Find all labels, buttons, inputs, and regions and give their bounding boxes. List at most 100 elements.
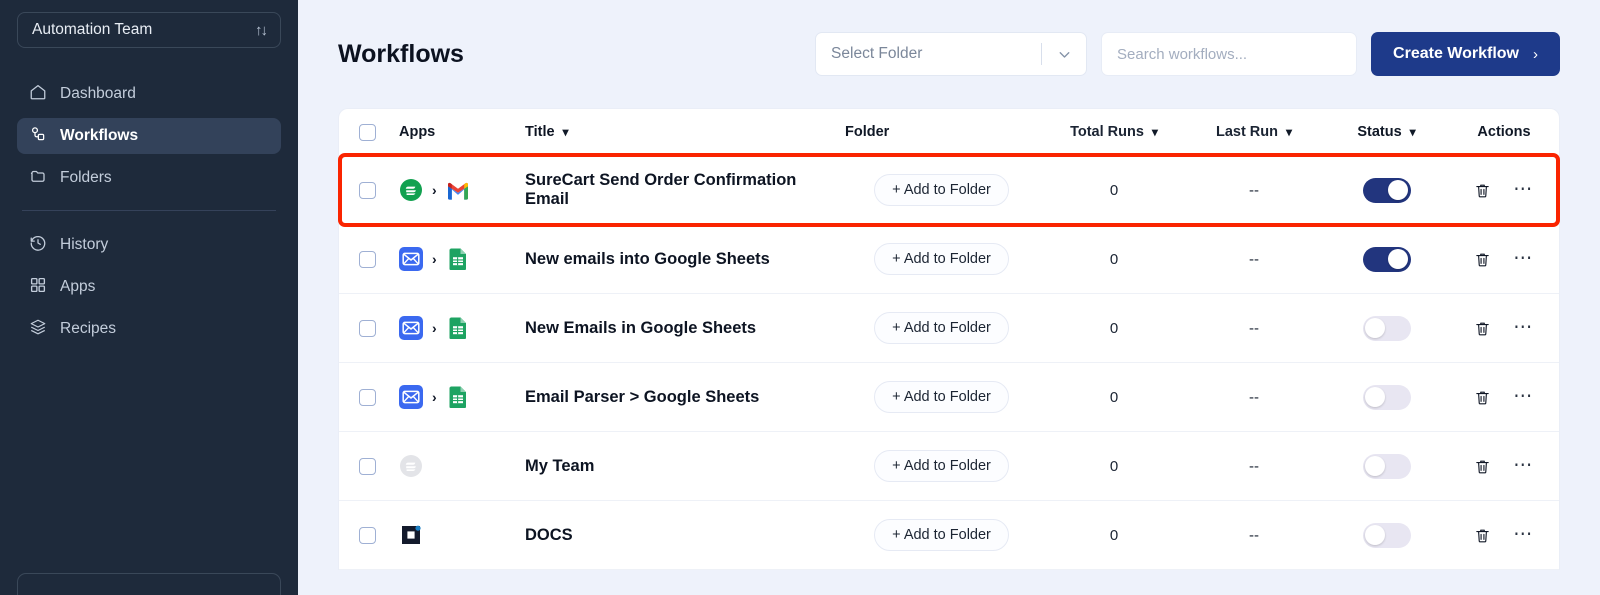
add-to-folder-button[interactable]: + Add to Folder [874,450,1009,482]
sort-icon[interactable]: ▾ [1410,126,1416,138]
row-select-cell [339,319,395,337]
status-toggle[interactable] [1362,522,1411,548]
table-row[interactable]: › New emails into Google Sheets + Add to F… [339,225,1559,294]
row-total-runs: 0 [1109,388,1119,406]
sidebar-item-folders[interactable]: Folders [17,160,281,196]
row-title[interactable]: New emails into Google Sheets [505,250,839,269]
column-last-run-label: Last Run [1215,124,1278,140]
google-sheets-icon [449,248,466,270]
column-header-total-runs[interactable]: Total Runs ▾ [1044,124,1184,140]
row-checkbox[interactable] [358,250,376,268]
column-header-last-run[interactable]: Last Run ▾ [1184,124,1324,140]
history-clock-icon [29,234,47,257]
chevron-right-icon: › [432,320,437,336]
toolbar: Workflows Select Folder Create Workflow … [338,0,1560,108]
sidebar-item-history[interactable]: History [17,227,281,263]
toggle-knob [1388,249,1408,269]
more-dots-icon[interactable]: ⋯ [1513,387,1534,407]
row-folder-cell: + Add to Folder [839,450,1044,482]
row-checkbox[interactable] [358,319,376,337]
table-header-row: Apps Title ▾ Folder Total Runs ▾ Last Ru… [339,109,1559,156]
row-folder-cell: + Add to Folder [839,243,1044,275]
trash-icon[interactable] [1474,527,1491,544]
sidebar: Automation Team ↑↓ Dashboard Workflows F… [0,0,298,595]
sidebar-item-apps[interactable]: Apps [17,269,281,305]
trash-icon[interactable] [1474,389,1491,406]
row-checkbox[interactable] [358,181,376,199]
google-sheets-icon [449,317,466,339]
table-row[interactable]: DOCS + Add to Folder 0 -- ⋯ [339,501,1559,570]
home-icon [29,83,47,106]
trash-icon[interactable] [1474,251,1491,268]
status-toggle[interactable] [1362,315,1411,341]
chevron-right-icon: › [1533,45,1538,63]
more-dots-icon[interactable]: ⋯ [1513,525,1534,545]
more-dots-icon[interactable]: ⋯ [1513,456,1534,476]
table-row[interactable]: › New Emails in Google Sheets + Add to Fol… [339,294,1559,363]
sidebar-item-recipes[interactable]: Recipes [17,311,281,347]
more-dots-icon[interactable]: ⋯ [1513,318,1534,338]
create-workflow-button[interactable]: Create Workflow › [1371,32,1560,76]
row-checkbox[interactable] [358,526,376,544]
search-input[interactable] [1101,32,1358,76]
status-toggle[interactable] [1362,177,1411,203]
row-actions-cell: ⋯ [1449,249,1559,269]
trash-icon[interactable] [1474,458,1491,475]
row-checkbox[interactable] [358,457,376,475]
row-title[interactable]: Email Parser > Google Sheets [505,388,839,407]
row-title[interactable]: My Team [505,457,839,476]
sort-icon[interactable]: ▾ [1152,126,1158,138]
row-title[interactable]: DOCS [505,526,839,545]
row-title[interactable]: SureCart Send Order Confirmation Email [505,171,839,209]
row-total-runs: 0 [1109,250,1119,268]
column-header-status[interactable]: Status ▾ [1324,124,1449,140]
table-row[interactable]: › Email Parser > Google Sheets + Add to Fo… [339,363,1559,432]
workflow-nodes-icon [29,125,47,148]
status-toggle[interactable] [1362,384,1411,410]
sidebar-item-workflows[interactable]: Workflows [17,118,281,154]
row-select-cell [339,250,395,268]
row-folder-cell: + Add to Folder [839,519,1044,551]
row-folder-cell: + Add to Folder [839,312,1044,344]
trash-icon[interactable] [1474,182,1491,199]
folder-icon [29,167,47,190]
column-header-title[interactable]: Title ▾ [505,124,839,140]
main-content: Workflows Select Folder Create Workflow … [298,0,1600,595]
add-to-folder-button[interactable]: + Add to Folder [874,381,1009,413]
row-total-runs: 0 [1109,526,1119,544]
team-name: Automation Team [32,21,153,38]
select-all-checkbox[interactable] [358,123,376,141]
toggle-knob [1365,387,1385,407]
sort-icon[interactable]: ▾ [1286,126,1292,138]
row-last-run: -- [1249,526,1259,544]
add-to-folder-button[interactable]: + Add to Folder [874,174,1009,206]
more-dots-icon[interactable]: ⋯ [1513,249,1534,269]
sort-icon[interactable]: ▾ [563,126,569,138]
row-title[interactable]: New Emails in Google Sheets [505,319,839,338]
row-checkbox[interactable] [358,388,376,406]
table-row[interactable]: › SureCart Send Order Confirmation Email +… [338,153,1560,227]
add-to-folder-button[interactable]: + Add to Folder [874,519,1009,551]
status-toggle[interactable] [1362,453,1411,479]
row-actions-cell: ⋯ [1449,180,1559,200]
google-sheets-icon [449,386,466,408]
folder-select-dropdown[interactable]: Select Folder [815,32,1088,76]
row-apps-cell [395,523,505,547]
more-dots-icon[interactable]: ⋯ [1513,180,1534,200]
team-selector[interactable]: Automation Team ↑↓ [17,12,281,48]
row-apps-cell: › [395,247,505,271]
table-row[interactable]: My Team + Add to Folder 0 -- ⋯ [339,432,1559,501]
sort-updown-icon: ↑↓ [255,21,268,39]
folder-select-placeholder: Select Folder [831,45,923,62]
row-total-runs: 0 [1109,181,1119,199]
page-title: Workflows [338,39,464,68]
add-to-folder-button[interactable]: + Add to Folder [874,243,1009,275]
sidebar-item-dashboard[interactable]: Dashboard [17,76,281,112]
row-actions-cell: ⋯ [1449,387,1559,407]
sidebar-bottom-panel[interactable] [17,573,281,595]
trash-icon[interactable] [1474,320,1491,337]
chevron-right-icon: › [432,389,437,405]
add-to-folder-button[interactable]: + Add to Folder [874,312,1009,344]
status-toggle[interactable] [1362,246,1411,272]
row-status-cell [1324,522,1449,548]
